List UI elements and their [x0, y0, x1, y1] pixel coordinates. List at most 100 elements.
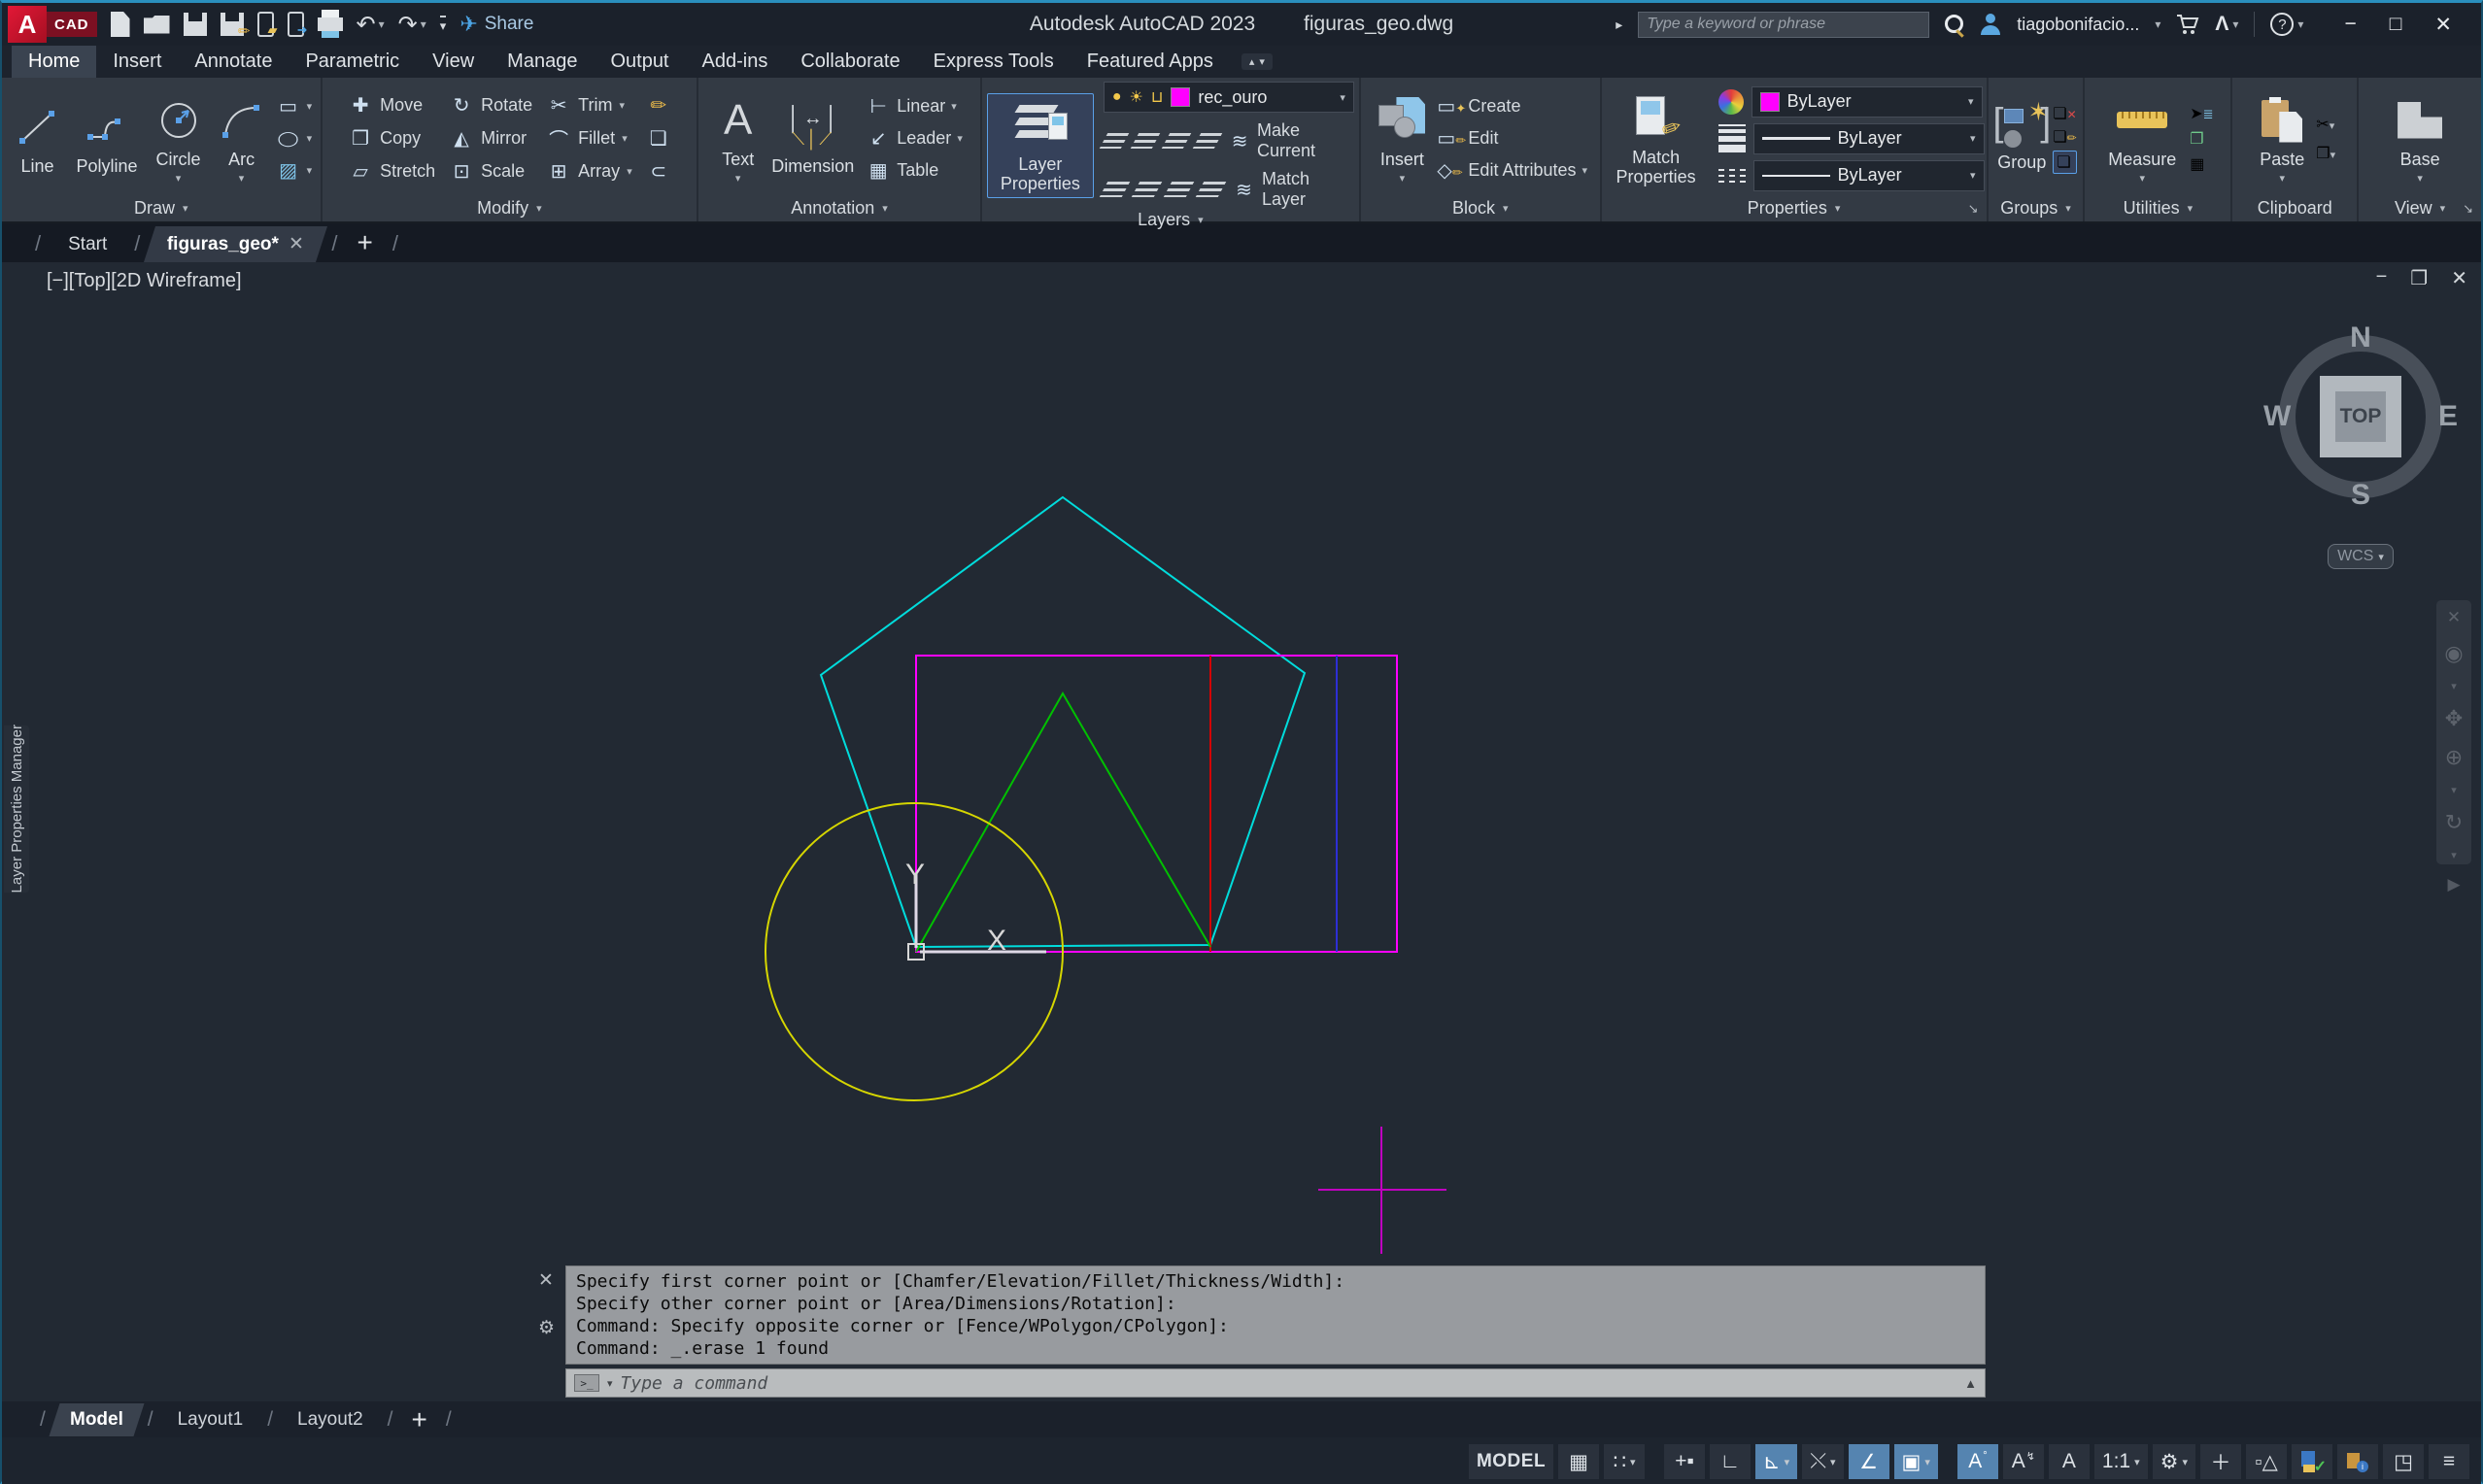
- navbar-close-icon[interactable]: ✕: [2447, 608, 2461, 627]
- annotation-visibility-toggle[interactable]: A°: [1957, 1444, 1998, 1479]
- annotation-scale-select[interactable]: 1:1▾: [2094, 1444, 2148, 1479]
- layer-combo[interactable]: ● ☀ ⊔ rec_ouro ▾: [1104, 82, 1354, 113]
- hatch-tool[interactable]: ▨▾: [276, 158, 313, 183]
- table-tool[interactable]: ▦Table: [866, 158, 963, 183]
- navbar-caret-icon[interactable]: ▾: [2451, 680, 2457, 692]
- hatch-dropdown[interactable]: ▾: [307, 164, 313, 177]
- measure-dropdown[interactable]: ▾: [2139, 172, 2145, 185]
- panel-annotation-label[interactable]: Annotation▾: [698, 195, 980, 221]
- rectangle-dropdown[interactable]: ▾: [307, 100, 313, 113]
- create-block-button[interactable]: ▭✦Create: [1437, 94, 1587, 118]
- annotation-monitor[interactable]: ＋: [2200, 1444, 2241, 1479]
- tab-collaborate[interactable]: Collaborate: [784, 46, 916, 78]
- pan-icon[interactable]: ✥: [2445, 706, 2463, 731]
- close-button[interactable]: ✕: [2434, 13, 2452, 37]
- ellipse-tool[interactable]: ◯▾: [276, 126, 313, 151]
- quick-select-icon[interactable]: ➤≣: [2190, 104, 2213, 123]
- text-tool[interactable]: A Text ▾: [716, 89, 760, 188]
- rectangle-tool[interactable]: ▭▾: [276, 94, 313, 118]
- grid-display-toggle[interactable]: ▦: [1558, 1444, 1599, 1479]
- panel-modify-label[interactable]: Modify▾: [323, 195, 697, 221]
- new-file-button[interactable]: [111, 12, 130, 37]
- layer-off-icon[interactable]: [1100, 133, 1130, 149]
- help-button[interactable]: ?▾: [2270, 13, 2303, 36]
- base-view-button[interactable]: Base ▾: [2392, 89, 2448, 188]
- autoscale-toggle[interactable]: A↯: [2003, 1444, 2044, 1479]
- linetype-combo-dropdown[interactable]: ▾: [1970, 169, 1976, 182]
- command-input[interactable]: >_ ▾ Type a command ▲: [565, 1368, 1986, 1398]
- command-close-icon[interactable]: ✕: [538, 1269, 555, 1292]
- edit-attributes-button[interactable]: ◇✏Edit Attributes▾: [1437, 158, 1587, 183]
- viewcube-east[interactable]: E: [2438, 400, 2458, 433]
- tab-output[interactable]: Output: [594, 46, 685, 78]
- panel-properties-label[interactable]: Properties▾↘: [1602, 195, 1987, 221]
- tab-manage[interactable]: Manage: [491, 46, 594, 78]
- layer-unlock-all-icon[interactable]: [1196, 182, 1227, 197]
- copy-tool[interactable]: ❐Copy: [348, 126, 435, 151]
- tab-annotate[interactable]: Annotate: [178, 46, 289, 78]
- quick-calculator-icon[interactable]: ▦: [2190, 154, 2213, 174]
- snap-mode-toggle[interactable]: ∷▾: [1604, 1444, 1645, 1479]
- arc-tool[interactable]: Arc ▾: [214, 89, 270, 188]
- show-motion-icon[interactable]: ▶: [2447, 875, 2460, 894]
- object-snap-dropdown-icon[interactable]: ▾: [1924, 1456, 1930, 1468]
- trim-tool[interactable]: ✂Trim▾: [546, 93, 632, 118]
- properties-expander[interactable]: ↘: [1968, 201, 1979, 217]
- trim-dropdown[interactable]: ▾: [620, 99, 626, 112]
- new-layout-button[interactable]: +: [402, 1404, 437, 1435]
- command-scroll-up-icon[interactable]: ▲: [1964, 1376, 1977, 1391]
- navigation-bar[interactable]: ✕ ◉ ▾ ✥ ⊕ ▾ ↻ ▾ ▶: [2436, 600, 2471, 864]
- undo-button[interactable]: ↶▾: [357, 11, 385, 39]
- isodraft-dropdown-icon[interactable]: ▾: [1830, 1456, 1836, 1468]
- panel-view-label[interactable]: View▾↘: [2359, 195, 2481, 221]
- viewcube-west[interactable]: W: [2263, 400, 2291, 433]
- array-tool[interactable]: ⊞Array▾: [546, 159, 632, 184]
- tab-layout1[interactable]: Layout1: [162, 1403, 259, 1436]
- viewport-controls-label[interactable]: [−][Top][2D Wireframe]: [47, 270, 242, 292]
- ellipse-dropdown[interactable]: ▾: [307, 132, 313, 145]
- view-expander[interactable]: ↘: [2463, 201, 2473, 217]
- model-space-toggle[interactable]: MODEL: [1469, 1444, 1553, 1479]
- ortho-mode-toggle[interactable]: ∟: [1710, 1444, 1751, 1479]
- wcs-menu[interactable]: WCS ▾: [2328, 544, 2394, 569]
- search-flyout-icon[interactable]: ▸: [1616, 17, 1622, 33]
- orbit-icon[interactable]: ↻: [2445, 810, 2463, 835]
- tab-view[interactable]: View: [416, 46, 491, 78]
- viewport-minimize-icon[interactable]: −: [2376, 266, 2388, 290]
- save-to-web-mobile-button[interactable]: ➜: [288, 12, 304, 37]
- layer-isolate-icon[interactable]: [1131, 133, 1161, 149]
- command-recent-dropdown[interactable]: ▾: [607, 1377, 613, 1390]
- linear-dimension-tool[interactable]: ⊢Linear▾: [866, 94, 963, 118]
- group-edit-icon[interactable]: ❏✏: [2053, 127, 2076, 147]
- fillet-tool[interactable]: ⌒Fillet▾: [546, 124, 632, 152]
- plot-button[interactable]: [318, 17, 343, 31]
- panel-clipboard-label[interactable]: Clipboard: [2232, 195, 2357, 221]
- file-tab-figuras-geo[interactable]: figuras_geo* ✕: [144, 226, 327, 262]
- linear-dropdown[interactable]: ▾: [951, 100, 957, 113]
- offset-tool[interactable]: ⊂: [646, 159, 671, 184]
- clean-screen-toggle[interactable]: ◳: [2383, 1444, 2424, 1479]
- make-current-button[interactable]: ≋Make Current: [1228, 120, 1354, 161]
- viewcube-top-face[interactable]: TOP: [2320, 376, 2401, 457]
- array-dropdown[interactable]: ▾: [627, 165, 632, 178]
- select-similar-icon[interactable]: ❐: [2190, 129, 2213, 149]
- tab-featured-apps[interactable]: Featured Apps: [1071, 46, 1230, 78]
- navbar-caret-icon[interactable]: ▾: [2451, 784, 2457, 796]
- edit-block-button[interactable]: ▭✏Edit: [1437, 126, 1587, 151]
- customize-qat-button[interactable]: ▾: [440, 16, 447, 34]
- polar-tracking-toggle[interactable]: ⊾▾: [1755, 1444, 1797, 1479]
- app-store-cart-icon[interactable]: [2176, 14, 2199, 35]
- panel-block-label[interactable]: Block▾: [1361, 195, 1600, 221]
- minimize-button[interactable]: −: [2344, 13, 2356, 36]
- leader-dropdown[interactable]: ▾: [957, 132, 963, 145]
- paste-button[interactable]: Paste ▾: [2254, 89, 2310, 188]
- circle-tool[interactable]: Circle ▾: [150, 89, 208, 188]
- dynamic-input-toggle[interactable]: +▪: [1664, 1444, 1705, 1479]
- command-window[interactable]: ✕ ⚙ Specify first corner point or [Chamf…: [565, 1265, 1986, 1398]
- edit-attributes-dropdown[interactable]: ▾: [1582, 164, 1587, 177]
- search-icon[interactable]: [1945, 15, 1964, 34]
- group-selection-toggle[interactable]: ❏: [2053, 151, 2076, 174]
- erase-tool[interactable]: ✏: [646, 93, 671, 118]
- insert-block-button[interactable]: Insert ▾: [1373, 89, 1431, 188]
- open-from-web-mobile-button[interactable]: ▰: [257, 12, 274, 37]
